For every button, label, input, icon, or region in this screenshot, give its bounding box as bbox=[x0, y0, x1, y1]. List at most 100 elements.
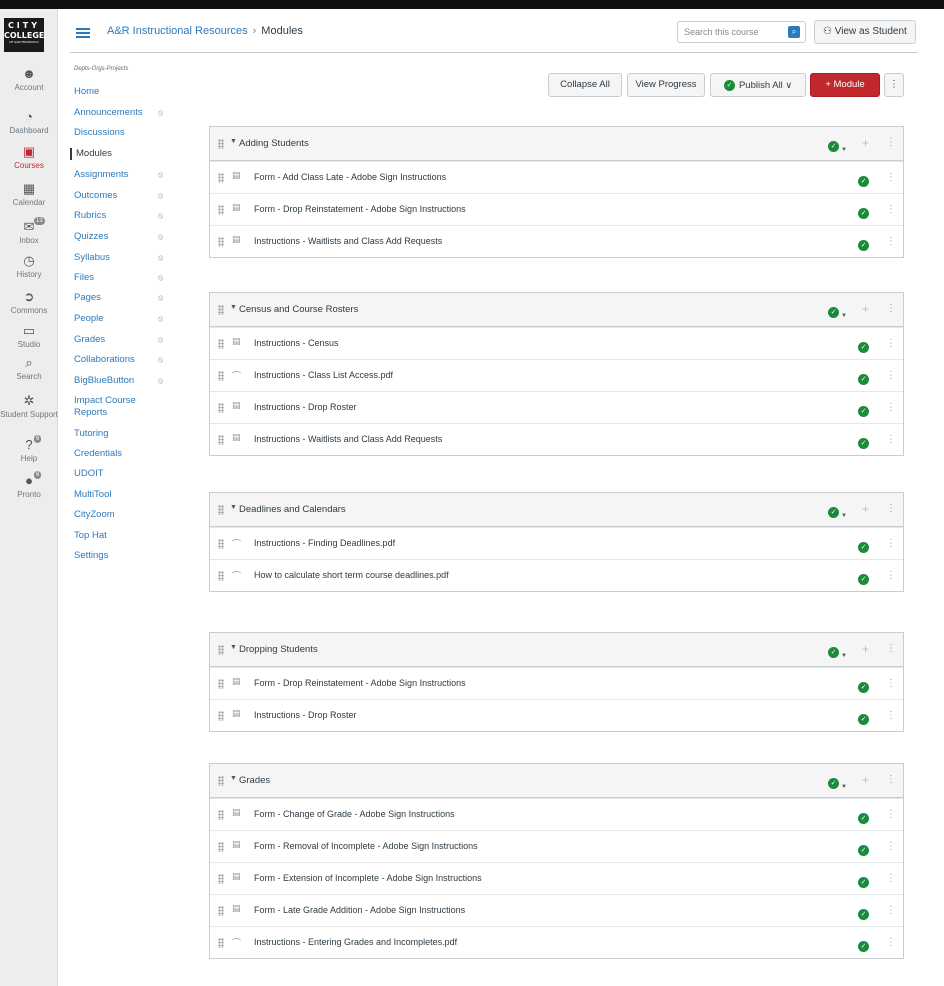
module-item[interactable]: ▤ Instructions - Drop Roster ✓ ⋮ bbox=[210, 699, 903, 731]
item-options-kebab-icon[interactable]: ⋮ bbox=[886, 434, 896, 445]
module-item-title[interactable]: Form - Extension of Incomplete - Adobe S… bbox=[254, 873, 482, 883]
module-publish-status[interactable]: ✓ ▼ bbox=[828, 504, 847, 522]
module-publish-status[interactable]: ✓ ▼ bbox=[828, 775, 847, 793]
item-publish-status[interactable]: ✓ bbox=[858, 874, 869, 892]
item-publish-status[interactable]: ✓ bbox=[858, 173, 869, 191]
module-publish-status[interactable]: ✓ ▼ bbox=[828, 304, 847, 322]
view-progress-button[interactable]: View Progress bbox=[627, 73, 705, 97]
add-item-plus-icon[interactable]: + bbox=[862, 502, 869, 516]
module-item-title[interactable]: Form - Removal of Incomplete - Adobe Sig… bbox=[254, 841, 478, 851]
drag-handle-icon[interactable] bbox=[218, 205, 224, 215]
module-item-title[interactable]: Instructions - Waitlists and Class Add R… bbox=[254, 236, 442, 246]
module-item-title[interactable]: How to calculate short term course deadl… bbox=[254, 570, 449, 580]
global-nav-history[interactable]: ◷ History bbox=[0, 253, 58, 279]
module-item-title[interactable]: Form - Change of Grade - Adobe Sign Inst… bbox=[254, 809, 455, 819]
module-item[interactable]: ▤ Form - Removal of Incomplete - Adobe Si… bbox=[210, 830, 903, 862]
global-nav-pronto[interactable]: ● Pronto 6 bbox=[0, 471, 58, 499]
module-item-title[interactable]: Form - Add Class Late - Adobe Sign Instr… bbox=[254, 172, 446, 182]
drag-handle-icon[interactable] bbox=[218, 539, 224, 549]
module-item[interactable]: ▤ Form - Drop Reinstatement - Adobe Sign … bbox=[210, 193, 903, 225]
item-options-kebab-icon[interactable]: ⋮ bbox=[886, 873, 896, 884]
item-publish-status[interactable]: ✓ bbox=[858, 571, 869, 589]
global-nav-help[interactable]: ? Help 6 bbox=[0, 435, 58, 463]
global-nav-calendar[interactable]: ▦ Calendar bbox=[0, 181, 58, 207]
drag-handle-icon[interactable] bbox=[218, 571, 224, 581]
add-item-plus-icon[interactable]: + bbox=[862, 773, 869, 787]
item-publish-status[interactable]: ✓ bbox=[858, 539, 869, 557]
module-publish-status[interactable]: ✓ ▼ bbox=[828, 644, 847, 662]
course-nav-assignments[interactable]: Assignments ⦸ bbox=[74, 169, 174, 181]
module-item[interactable]: ⌒ How to calculate short term course dead… bbox=[210, 559, 903, 591]
item-publish-status[interactable]: ✓ bbox=[858, 371, 869, 389]
item-publish-status[interactable]: ✓ bbox=[858, 403, 869, 421]
item-options-kebab-icon[interactable]: ⋮ bbox=[886, 538, 896, 549]
course-nav-impact-course-reports[interactable]: Impact Course Reports bbox=[74, 395, 152, 419]
module-item[interactable]: ▤ Instructions - Census ✓ ⋮ bbox=[210, 327, 903, 359]
module-options-kebab-icon[interactable]: ⋮ bbox=[886, 303, 896, 314]
more-options-kebab-icon[interactable]: ⋮ bbox=[884, 73, 904, 97]
course-nav-top-hat[interactable]: Top Hat bbox=[74, 530, 174, 542]
item-options-kebab-icon[interactable]: ⋮ bbox=[886, 338, 896, 349]
publish-all-button[interactable]: ✓ Publish All ∨ bbox=[710, 73, 806, 97]
item-options-kebab-icon[interactable]: ⋮ bbox=[886, 710, 896, 721]
collapse-caret-icon[interactable]: ▼ bbox=[230, 138, 237, 145]
drag-handle-icon[interactable] bbox=[218, 711, 224, 721]
course-nav-people[interactable]: People ⦸ bbox=[74, 313, 174, 325]
course-nav-rubrics[interactable]: Rubrics ⦸ bbox=[74, 210, 174, 222]
module-item-title[interactable]: Instructions - Entering Grades and Incom… bbox=[254, 937, 457, 947]
module-item-title[interactable]: Form - Drop Reinstatement - Adobe Sign I… bbox=[254, 204, 466, 214]
course-nav-multitool[interactable]: MultiTool bbox=[74, 489, 174, 501]
add-item-plus-icon[interactable]: + bbox=[862, 302, 869, 316]
module-item[interactable]: ▤ Form - Late Grade Addition - Adobe Sign… bbox=[210, 894, 903, 926]
drag-handle-icon[interactable] bbox=[218, 776, 224, 786]
drag-handle-icon[interactable] bbox=[218, 505, 224, 515]
drag-handle-icon[interactable] bbox=[218, 173, 224, 183]
add-item-plus-icon[interactable]: + bbox=[862, 136, 869, 150]
module-item[interactable]: ▤ Instructions - Drop Roster ✓ ⋮ bbox=[210, 391, 903, 423]
item-options-kebab-icon[interactable]: ⋮ bbox=[886, 809, 896, 820]
course-nav-modules[interactable]: Modules bbox=[70, 148, 170, 160]
collapse-caret-icon[interactable]: ▼ bbox=[230, 504, 237, 511]
course-nav-quizzes[interactable]: Quizzes ⦸ bbox=[74, 231, 174, 243]
global-nav-inbox[interactable]: ✉ Inbox 13 bbox=[0, 217, 58, 245]
global-nav-student-support[interactable]: ✲ Student Support bbox=[0, 393, 58, 419]
module-item-title[interactable]: Form - Late Grade Addition - Adobe Sign … bbox=[254, 905, 465, 915]
course-nav-bigbluebutton[interactable]: BigBlueButton ⦸ bbox=[74, 375, 174, 387]
drag-handle-icon[interactable] bbox=[218, 842, 224, 852]
course-nav-pages[interactable]: Pages ⦸ bbox=[74, 292, 174, 304]
item-options-kebab-icon[interactable]: ⋮ bbox=[886, 905, 896, 916]
collapse-caret-icon[interactable]: ▼ bbox=[230, 644, 237, 651]
module-options-kebab-icon[interactable]: ⋮ bbox=[886, 643, 896, 654]
drag-handle-icon[interactable] bbox=[218, 435, 224, 445]
item-options-kebab-icon[interactable]: ⋮ bbox=[886, 570, 896, 581]
item-options-kebab-icon[interactable]: ⋮ bbox=[886, 236, 896, 247]
module-header[interactable]: ▼ Adding Students ✓ ▼ + ⋮ bbox=[210, 127, 903, 161]
global-nav-search[interactable]: ⌕ Search bbox=[0, 355, 58, 381]
drag-handle-icon[interactable] bbox=[218, 679, 224, 689]
item-publish-status[interactable]: ✓ bbox=[858, 842, 869, 860]
drag-handle-icon[interactable] bbox=[218, 139, 224, 149]
item-publish-status[interactable]: ✓ bbox=[858, 679, 869, 697]
global-nav-studio[interactable]: ▭ Studio bbox=[0, 323, 58, 349]
item-options-kebab-icon[interactable]: ⋮ bbox=[886, 204, 896, 215]
item-publish-status[interactable]: ✓ bbox=[858, 435, 869, 453]
item-options-kebab-icon[interactable]: ⋮ bbox=[886, 402, 896, 413]
city-college-logo[interactable]: CITY COLLEGE OF SAN FRANCISCO bbox=[4, 18, 44, 52]
module-header[interactable]: ▼ Census and Course Rosters ✓ ▼ + ⋮ bbox=[210, 293, 903, 327]
search-icon[interactable]: ⌕ bbox=[788, 26, 800, 38]
module-publish-status[interactable]: ✓ ▼ bbox=[828, 138, 847, 156]
add-module-button[interactable]: + Module bbox=[810, 73, 880, 97]
course-nav-announcements[interactable]: Announcements ⦸ bbox=[74, 107, 174, 119]
item-options-kebab-icon[interactable]: ⋮ bbox=[886, 937, 896, 948]
module-item-title[interactable]: Instructions - Class List Access.pdf bbox=[254, 370, 393, 380]
module-options-kebab-icon[interactable]: ⋮ bbox=[886, 503, 896, 514]
add-item-plus-icon[interactable]: + bbox=[862, 642, 869, 656]
module-item-title[interactable]: Instructions - Census bbox=[254, 338, 339, 348]
item-publish-status[interactable]: ✓ bbox=[858, 711, 869, 729]
module-item[interactable]: ▤ Form - Change of Grade - Adobe Sign Ins… bbox=[210, 798, 903, 830]
item-options-kebab-icon[interactable]: ⋮ bbox=[886, 678, 896, 689]
drag-handle-icon[interactable] bbox=[218, 237, 224, 247]
course-nav-udoit[interactable]: UDOIT bbox=[74, 468, 174, 480]
course-nav-syllabus[interactable]: Syllabus ⦸ bbox=[74, 252, 174, 264]
drag-handle-icon[interactable] bbox=[218, 403, 224, 413]
